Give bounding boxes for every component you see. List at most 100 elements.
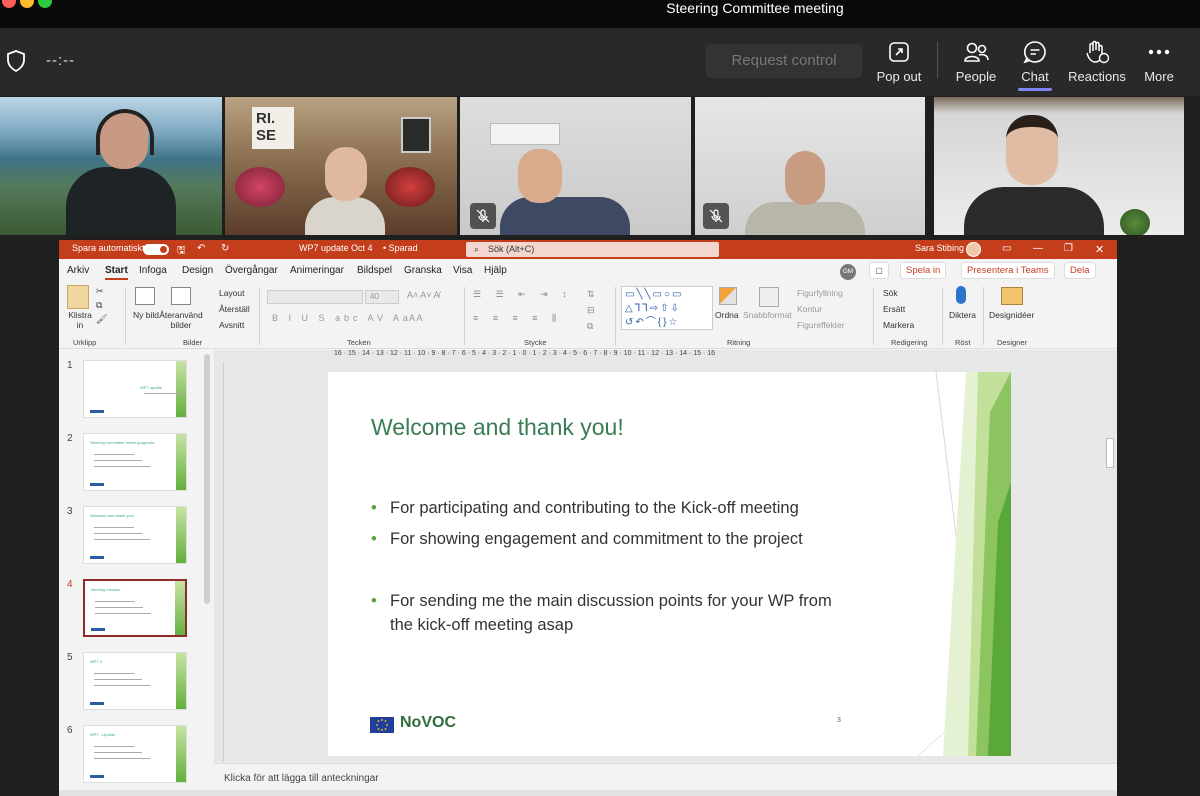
copy-icon[interactable]: ⧉ (96, 300, 102, 311)
participant-face (1006, 115, 1058, 185)
slide-thumbnail[interactable]: WP7.3 (83, 652, 187, 710)
current-slide[interactable]: Welcome and thank you! • For participatin… (328, 372, 1011, 756)
paste-icon[interactable] (67, 285, 89, 309)
more-button[interactable]: More (1138, 38, 1180, 88)
grow-font-icon[interactable]: A˄ A˅ A̸ (407, 290, 440, 300)
font-format-icons[interactable]: B I U S abc AV Aa (272, 313, 412, 323)
present-in-teams-button[interactable]: Presentera i Teams (961, 262, 1055, 279)
slides-group-label: Bilder (183, 338, 203, 347)
participant-body (745, 202, 865, 235)
search-box[interactable]: ⌕ Sök (Alt+C) (466, 242, 719, 257)
notes-pane[interactable]: Klicka för att lägga till anteckningar (214, 763, 1117, 790)
replace-button[interactable]: Ersätt (883, 304, 905, 314)
avatar[interactable] (966, 242, 981, 257)
reset-button[interactable]: Återställ (219, 304, 250, 314)
slide-thumbnail[interactable]: Welcome and thank you! (83, 506, 187, 564)
font-color-icon[interactable]: A A (409, 313, 423, 323)
participant-video-tile[interactable] (460, 97, 691, 235)
find-button[interactable]: Sök (883, 288, 898, 298)
tab-infoga[interactable]: Infoga (139, 265, 167, 276)
thumbnail-title: Steering committee meeting agenda (90, 440, 155, 445)
shape-fill-button[interactable]: Figurfyllning (797, 288, 843, 298)
cut-icon[interactable]: ✂ (96, 286, 104, 297)
more-label: More (1144, 69, 1174, 84)
user-initials-avatar[interactable]: GM (840, 264, 856, 280)
reuse-slides-button[interactable]: Återanvänd bilder (159, 310, 203, 330)
reuse-slides-icon[interactable] (171, 287, 191, 305)
thumbnail-title: Meeting minutes (91, 587, 121, 592)
align-icons[interactable]: ≡ ≡ ≡ ≡ ⫼ (473, 313, 562, 324)
reactions-label: Reactions (1068, 69, 1126, 84)
text-direction-icon[interactable]: ⇅ (587, 289, 595, 300)
ribbon-display-icon[interactable]: ▭ (1002, 243, 1011, 254)
tab-animeringar[interactable]: Animeringar (290, 265, 344, 276)
font-family-select[interactable] (267, 290, 363, 304)
participant-video-tile[interactable] (934, 97, 1184, 235)
slide-thumbnail[interactable]: WP7 update (83, 360, 187, 418)
smartart-icon[interactable]: ⧉ (587, 321, 593, 332)
participant-video-tile[interactable] (695, 97, 925, 235)
search-icon: ⌕ (474, 244, 480, 254)
slide-thumbnail[interactable]: Meeting minutes (83, 579, 187, 637)
font-size-select[interactable]: 40 (365, 290, 399, 304)
quick-styles-button[interactable]: Snabbformat (743, 310, 792, 320)
participant-video-tile[interactable] (0, 97, 222, 235)
paste-button[interactable]: Klistra in (65, 310, 95, 330)
slide-scrollbar[interactable] (1105, 378, 1115, 740)
document-title[interactable]: WP7 update Oct 4 (299, 243, 373, 253)
shape-effects-button[interactable]: Figureffekter (797, 320, 845, 330)
new-slide-button[interactable]: Ny bild (133, 310, 159, 320)
chat-label: Chat (1021, 69, 1049, 84)
thumbnail-number: 3 (67, 506, 73, 517)
thumbnails-scrollbar[interactable] (203, 350, 211, 790)
quick-styles-icon[interactable] (759, 287, 779, 307)
arrange-icon[interactable] (719, 287, 737, 305)
close-icon[interactable]: ✕ (1095, 243, 1104, 256)
shapes-gallery[interactable]: ▭╲╲▭○▭ △⅂⅂⇨⇧⇩ ↺↶⌒{}☆ (621, 286, 713, 330)
new-slide-icon[interactable] (135, 287, 155, 305)
share-button[interactable]: Dela (1064, 262, 1096, 279)
comments-icon[interactable]: ▢ (869, 262, 889, 279)
tab-granska[interactable]: Granska (404, 265, 442, 276)
dictate-icon[interactable] (956, 286, 966, 304)
record-button[interactable]: Spela in (900, 262, 947, 279)
slide-thumbnails-pane: 1 WP7 update 2 Steering committee meeting a… (59, 350, 214, 790)
horizontal-ruler: 16 · 15 · 14 · 13 · 12 · 11 · 10 · 9 · 8… (334, 350, 715, 357)
tab-visa[interactable]: Visa (453, 265, 472, 276)
layout-button[interactable]: Layout (219, 288, 245, 298)
tab-design[interactable]: Design (182, 265, 213, 276)
tab-övergångar[interactable]: Övergångar (225, 265, 278, 276)
flowers (235, 167, 285, 207)
people-button[interactable]: People (950, 38, 1002, 88)
slide-thumbnail[interactable]: WP7 - Update (83, 725, 187, 783)
tab-hjälp[interactable]: Hjälp (484, 265, 507, 276)
undo-icon[interactable]: ↶ (197, 243, 205, 254)
minimize-icon[interactable]: — (1033, 243, 1043, 254)
participant-video-tile[interactable]: RI. SE (225, 97, 457, 235)
autosave-toggle[interactable] (143, 244, 169, 255)
tab-arkiv[interactable]: Arkiv (67, 265, 89, 276)
redo-icon[interactable]: ↻ (221, 243, 229, 254)
dictate-button[interactable]: Diktera (949, 310, 976, 320)
designer-icon[interactable] (1001, 287, 1023, 305)
reactions-button[interactable]: Reactions (1066, 38, 1128, 88)
chat-button[interactable]: Chat (1012, 38, 1058, 88)
select-button[interactable]: Markera (883, 320, 914, 330)
section-button[interactable]: Avsnitt (219, 320, 244, 330)
save-icon[interactable]: 🖫 (177, 243, 186, 260)
shape-outline-button[interactable]: Kontur (797, 304, 822, 314)
slide-title[interactable]: Welcome and thank you! (371, 414, 624, 441)
participant-body (66, 167, 176, 235)
request-control-button[interactable]: Request control (706, 44, 862, 78)
design-ideas-button[interactable]: Designidéer (989, 310, 1034, 320)
slide-thumbnail[interactable]: Steering committee meeting agenda (83, 433, 187, 491)
restore-icon[interactable]: ❐ (1064, 243, 1073, 254)
tab-bildspel[interactable]: Bildspel (357, 265, 392, 276)
arrange-button[interactable]: Ordna (715, 310, 739, 320)
list-icons[interactable]: ☰ ☰ ⇤ ⇥ ↕ (473, 289, 573, 300)
participant-body (964, 187, 1104, 235)
pop-out-button[interactable]: Pop out (872, 38, 926, 88)
format-painter-icon[interactable]: 🖌 (96, 314, 107, 325)
align-text-icon[interactable]: ⊟ (587, 305, 595, 316)
tab-start[interactable]: Start (105, 265, 128, 280)
